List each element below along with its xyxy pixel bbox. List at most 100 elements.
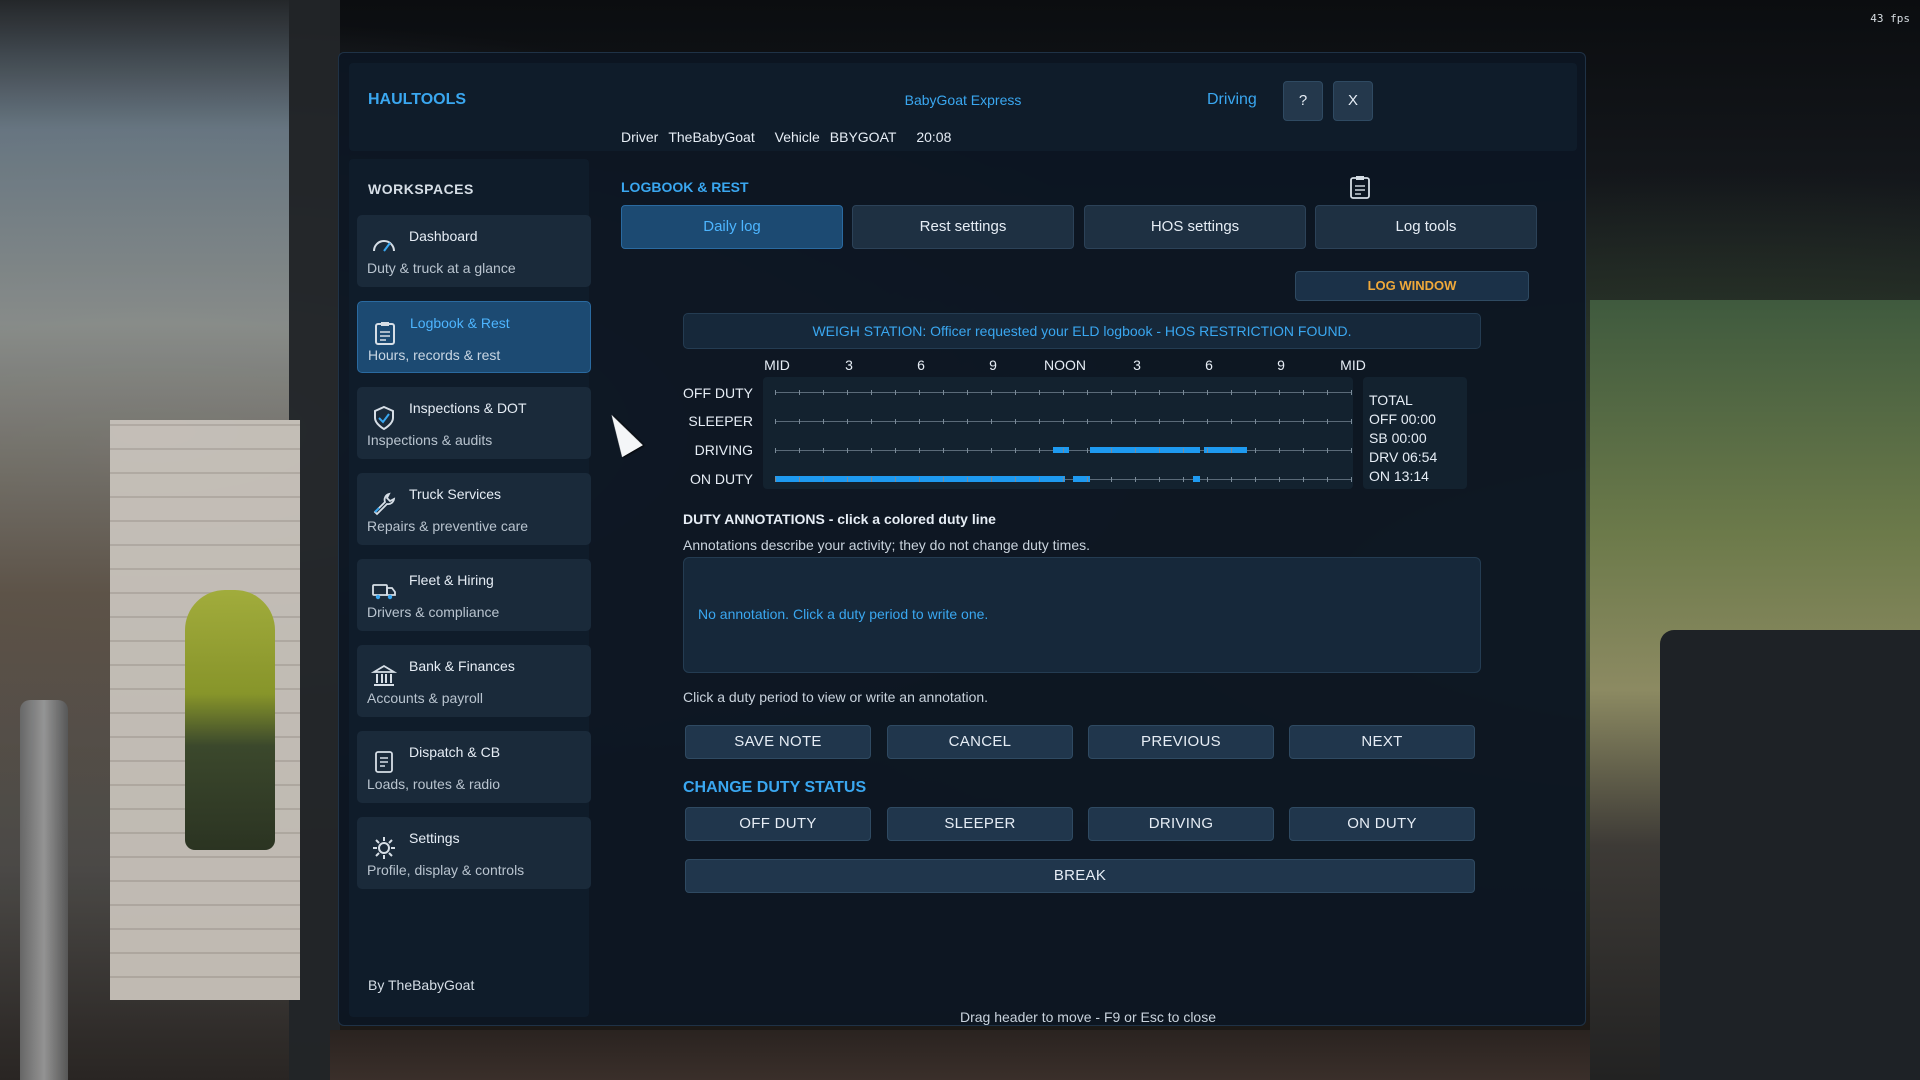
grid-tick	[1063, 419, 1064, 424]
sidebar-item-sublabel: Loads, routes & radio	[367, 776, 501, 792]
annotation-textbox[interactable]: No annotation. Click a duty period to wr…	[683, 557, 1481, 673]
grid-tick	[1159, 390, 1160, 395]
on-duty-button[interactable]: ON DUTY	[1289, 807, 1475, 841]
background-inspector	[185, 590, 275, 850]
next-button[interactable]: NEXT	[1289, 725, 1475, 759]
grid-tick	[1087, 477, 1088, 482]
sidebar-item-bank[interactable]: Bank & Finances Accounts & payroll	[357, 645, 591, 717]
sidebar-item-inspections[interactable]: Inspections & DOT Inspections & audits	[357, 387, 591, 459]
break-button[interactable]: BREAK	[685, 859, 1475, 893]
grid-tick	[1279, 390, 1280, 395]
tab-hos-settings[interactable]: HOS settings	[1084, 205, 1306, 249]
grid-tick	[1303, 477, 1304, 482]
grid-tick	[1135, 419, 1136, 424]
grid-tick	[895, 390, 896, 395]
grid-tick	[1279, 419, 1280, 424]
hour-label: NOON	[1044, 357, 1086, 373]
clipboard-icon[interactable]	[1346, 173, 1374, 201]
document-icon	[375, 751, 393, 773]
grid-tick	[1015, 477, 1016, 482]
sidebar-item-sublabel: Drivers & compliance	[367, 604, 500, 620]
sidebar-item-sublabel: Inspections & audits	[367, 432, 493, 448]
hour-label: 3	[1133, 357, 1141, 373]
save-note-button[interactable]: SAVE NOTE	[685, 725, 871, 759]
grid-tick	[1255, 419, 1256, 424]
grid-tick	[919, 448, 920, 453]
grid-tick	[1015, 448, 1016, 453]
tab-log-tools[interactable]: Log tools	[1315, 205, 1537, 249]
hour-label: 9	[989, 357, 997, 373]
previous-button[interactable]: PREVIOUS	[1088, 725, 1274, 759]
sidebar-item-dispatch[interactable]: Dispatch & CB Loads, routes & radio	[357, 731, 591, 803]
cancel-button[interactable]: CANCEL	[887, 725, 1073, 759]
duty-segment-on-duty[interactable]	[1193, 476, 1200, 482]
grid-tick	[1231, 448, 1232, 453]
background-pillar	[20, 700, 68, 1080]
grid-tick	[1351, 448, 1352, 453]
grid-tick	[1135, 390, 1136, 395]
grid-tick	[1303, 419, 1304, 424]
log-window-button[interactable]: LOG WINDOW	[1295, 271, 1529, 301]
duty-segment-on-duty[interactable]	[775, 476, 1065, 482]
grid-tick	[991, 390, 992, 395]
grid-tick	[967, 390, 968, 395]
grid-tick	[1279, 448, 1280, 453]
hour-label: MID	[764, 357, 790, 373]
gear-icon	[373, 837, 395, 859]
author-credit: By TheBabyGoat	[368, 977, 475, 993]
weigh-station-alert: WEIGH STATION: Officer requested your EL…	[683, 313, 1481, 349]
grid-tick	[967, 419, 968, 424]
sidebar-item-label: Settings	[409, 830, 460, 846]
sidebar-item-dashboard[interactable]: Dashboard Duty & truck at a glance	[357, 215, 591, 287]
row-label-sleeper: SLEEPER	[688, 413, 753, 429]
duty-segment-driving[interactable]	[1053, 447, 1069, 453]
grid-tick	[1303, 448, 1304, 453]
grid-tick	[1207, 448, 1208, 453]
grid-tick	[1231, 390, 1232, 395]
grid-tick	[1159, 419, 1160, 424]
tab-daily-log[interactable]: Daily log	[621, 205, 843, 249]
hour-label: 3	[845, 357, 853, 373]
duty-graph[interactable]	[763, 377, 1353, 489]
window-header[interactable]: HAULTOOLS BabyGoat Express Driver TheBaby…	[349, 63, 1577, 151]
grid-tick	[871, 390, 872, 395]
game-time: 20:08	[916, 129, 952, 145]
grid-tick	[871, 419, 872, 424]
grid-tick	[775, 477, 776, 482]
grid-tick	[1039, 390, 1040, 395]
grid-tick	[1255, 448, 1256, 453]
row-label-driving: DRIVING	[694, 442, 753, 458]
off-duty-button[interactable]: OFF DUTY	[685, 807, 871, 841]
tab-rest-settings[interactable]: Rest settings	[852, 205, 1074, 249]
sidebar-item-fleet[interactable]: Fleet & Hiring Drivers & compliance	[357, 559, 591, 631]
grid-tick	[1087, 448, 1088, 453]
grid-tick	[943, 419, 944, 424]
grid-tick	[799, 390, 800, 395]
help-button[interactable]: ?	[1283, 81, 1323, 121]
gauge-icon	[373, 240, 395, 252]
driving-button[interactable]: DRIVING	[1088, 807, 1274, 841]
sidebar-item-truck-services[interactable]: Truck Services Repairs & preventive care	[357, 473, 591, 545]
grid-tick	[871, 448, 872, 453]
grid-tick	[991, 477, 992, 482]
grid-tick	[1063, 477, 1064, 482]
grid-tick	[1087, 390, 1088, 395]
sidebar-item-logbook[interactable]: Logbook & Rest Hours, records & rest	[357, 301, 591, 373]
sidebar-item-settings[interactable]: Settings Profile, display & controls	[357, 817, 591, 889]
background-cab-right	[1590, 300, 1920, 1080]
grid-tick	[799, 419, 800, 424]
annotation-hint: Click a duty period to view or write an …	[683, 689, 989, 705]
sleeper-button[interactable]: SLEEPER	[887, 807, 1073, 841]
duty-segment-driving[interactable]	[1204, 447, 1247, 453]
grid-tick	[799, 477, 800, 482]
shield-check-icon	[374, 405, 394, 431]
driver-name: TheBabyGoat	[668, 129, 755, 145]
grid-tick	[847, 448, 848, 453]
grid-tick	[1207, 477, 1208, 482]
grid-tick	[1207, 419, 1208, 424]
grid-tick	[1159, 477, 1160, 482]
grid-tick	[1327, 477, 1328, 482]
grid-tick	[1183, 477, 1184, 482]
grid-tick	[823, 390, 824, 395]
close-button[interactable]: X	[1333, 81, 1373, 121]
